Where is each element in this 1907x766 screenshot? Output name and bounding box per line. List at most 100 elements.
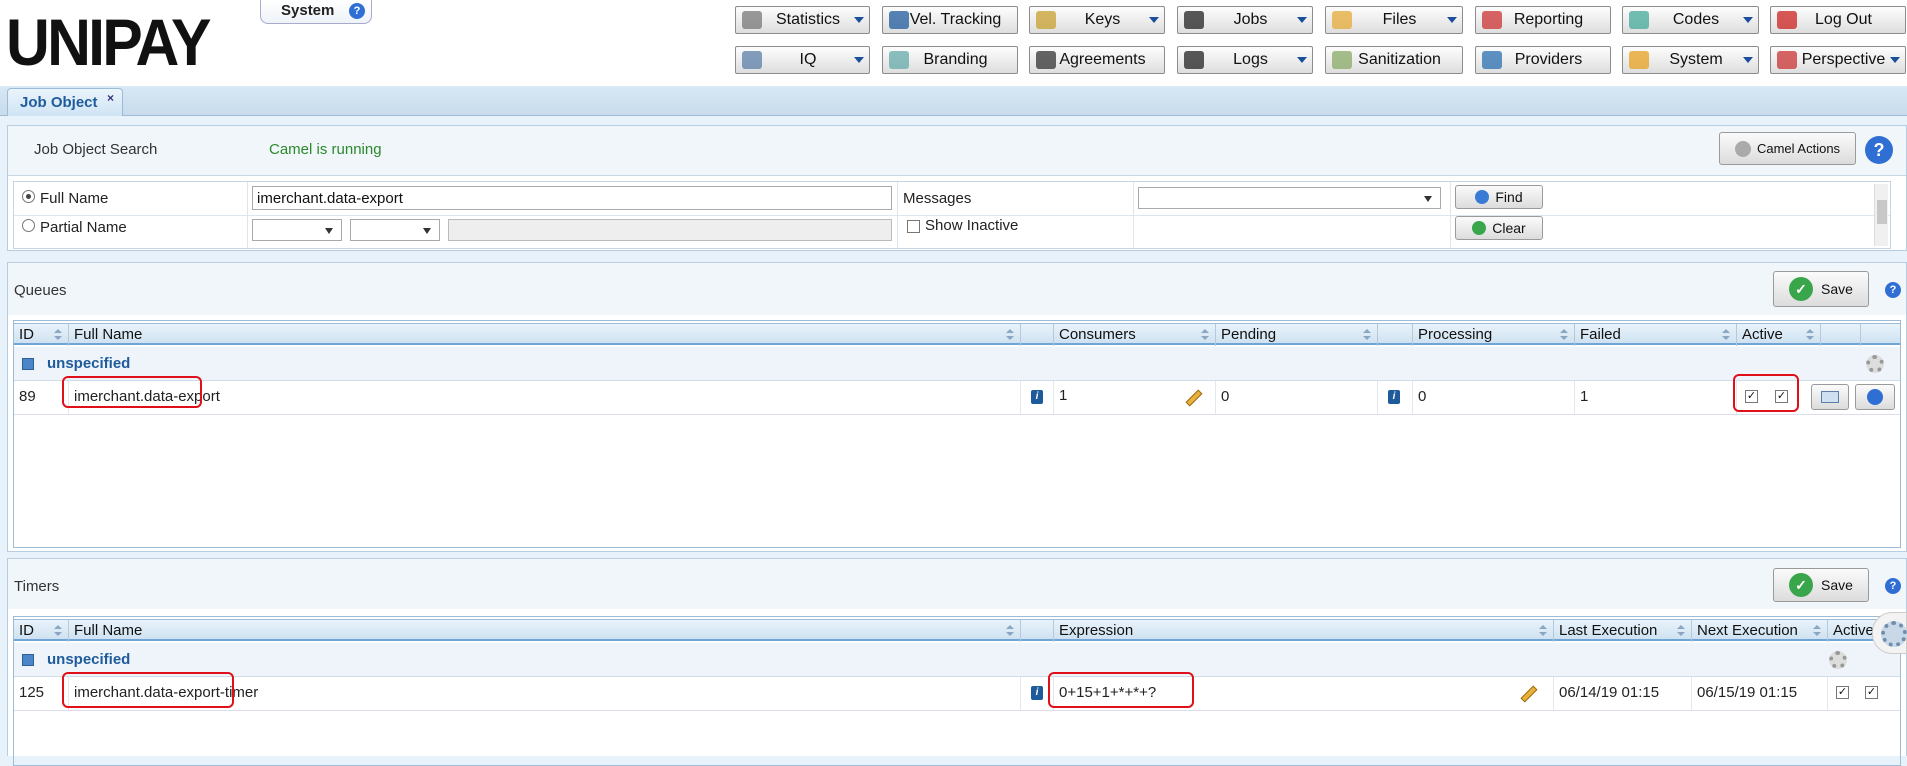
chevron-down-icon[interactable] <box>1890 57 1900 63</box>
partial-name-radio[interactable] <box>22 219 35 232</box>
col-next-execution[interactable]: Next Execution <box>1692 620 1828 642</box>
gear-icon[interactable] <box>1866 355 1884 373</box>
group-row[interactable]: unspecified <box>14 347 1900 381</box>
menu-codes-button[interactable]: Codes <box>1622 6 1759 34</box>
find-button[interactable]: Find <box>1455 185 1543 209</box>
messages-select[interactable] <box>1138 187 1441 209</box>
menu-iq-button[interactable]: IQ <box>735 46 870 74</box>
col-id[interactable]: ID <box>14 324 69 346</box>
menu-logs-button[interactable]: Logs <box>1177 46 1313 74</box>
menu-jobs-button[interactable]: Jobs <box>1177 6 1313 34</box>
system-context-tab[interactable]: System ? <box>260 0 372 24</box>
info-icon[interactable]: i <box>1031 686 1043 700</box>
gear-icon[interactable] <box>1829 651 1847 669</box>
col-id[interactable]: ID <box>14 620 69 642</box>
menu-providers-button[interactable]: Providers <box>1475 46 1611 74</box>
chevron-down-icon[interactable] <box>1297 57 1307 63</box>
clear-button[interactable]: Clear <box>1455 216 1543 240</box>
view-button[interactable] <box>1811 384 1849 410</box>
show-inactive-label: Show Inactive <box>925 217 1019 234</box>
scrollbar-thumb[interactable] <box>1877 200 1887 224</box>
form-scrollbar[interactable] <box>1874 184 1888 246</box>
help-icon[interactable]: ? <box>1865 136 1893 164</box>
active-checkbox[interactable]: ✓ <box>1865 686 1878 699</box>
cell-id: 125 <box>14 677 69 710</box>
col-consumers[interactable]: Consumers <box>1054 324 1216 346</box>
timers-save-label: Save <box>1821 577 1853 593</box>
col-expression[interactable]: Expression <box>1054 620 1554 642</box>
find-label: Find <box>1495 189 1523 205</box>
col-active[interactable]: Active <box>1737 324 1821 346</box>
col-full-name-label: Full Name <box>74 622 143 639</box>
table-row[interactable]: 125 imerchant.data-export-timer i 0+15+1… <box>14 677 1900 711</box>
menu-branding-button[interactable]: Branding <box>882 46 1018 74</box>
floating-settings[interactable] <box>1872 612 1907 654</box>
timers-title: Timers <box>14 578 60 595</box>
system-context-label: System <box>281 2 335 19</box>
menu-label: Perspective <box>1801 51 1886 68</box>
sort-icon <box>1806 329 1814 340</box>
chevron-down-icon[interactable] <box>1743 57 1753 63</box>
partial-name-select-1[interactable] <box>252 219 342 241</box>
chevron-down-icon[interactable] <box>1447 17 1457 23</box>
collapse-icon[interactable] <box>22 358 34 370</box>
queues-table: ID Full Name Consumers Pending Processin… <box>13 320 1901 548</box>
menu-reporting-button[interactable]: Reporting <box>1475 6 1611 34</box>
col-full-name[interactable]: Full Name <box>69 324 1021 346</box>
col-last-execution[interactable]: Last Execution <box>1554 620 1692 642</box>
tab-close-icon[interactable]: × <box>107 91 114 105</box>
menu-vel-tracking-button[interactable]: Vel. Tracking <box>882 6 1018 34</box>
col-id-label: ID <box>19 622 34 639</box>
clock-icon <box>889 11 909 29</box>
help-icon[interactable]: ? <box>349 3 365 19</box>
info-icon[interactable]: i <box>1388 390 1400 404</box>
full-name-radio[interactable] <box>22 190 35 203</box>
col-full-name[interactable]: Full Name <box>69 620 1021 642</box>
menu-files-button[interactable]: Files <box>1325 6 1463 34</box>
help-icon[interactable]: ? <box>1885 578 1901 594</box>
active-checkbox[interactable]: ✓ <box>1836 686 1849 699</box>
queues-save-button[interactable]: ✓ Save <box>1773 271 1869 307</box>
menu-system-button[interactable]: System <box>1622 46 1759 74</box>
col-consumers-label: Consumers <box>1059 326 1136 343</box>
tab-bar <box>0 86 1907 116</box>
partial-name-select-2[interactable] <box>350 219 440 241</box>
queues-title: Queues <box>14 282 67 299</box>
menu-log-out-button[interactable]: Log Out <box>1770 6 1906 34</box>
partial-name-input[interactable] <box>448 219 892 241</box>
col-failed[interactable]: Failed <box>1575 324 1737 346</box>
group-row[interactable]: unspecified <box>14 643 1900 677</box>
chevron-down-icon[interactable] <box>854 17 864 23</box>
col-processing[interactable]: Processing <box>1413 324 1575 346</box>
queues-header <box>8 263 1906 315</box>
tab-job-object[interactable]: Job Object × <box>7 88 123 116</box>
table-row[interactable]: 89 imerchant.data-export i 1 0 i 0 1 ✓ ✓ <box>14 381 1900 415</box>
inspect-button[interactable] <box>1855 384 1895 410</box>
highlight-box <box>62 672 234 708</box>
menu-keys-button[interactable]: Keys <box>1029 6 1165 34</box>
chevron-down-icon[interactable] <box>1297 17 1307 23</box>
full-name-input[interactable] <box>252 186 892 210</box>
cell-failed: 1 <box>1575 381 1737 414</box>
info-icon[interactable]: i <box>1031 390 1043 404</box>
menu-perspective-button[interactable]: Perspective <box>1770 46 1906 74</box>
search-panel-title: Job Object Search <box>34 141 158 158</box>
chevron-down-icon[interactable] <box>1149 17 1159 23</box>
camel-actions-button[interactable]: Camel Actions <box>1719 132 1856 165</box>
help-icon[interactable]: ? <box>1885 282 1901 298</box>
show-inactive-checkbox[interactable] <box>907 220 920 233</box>
col-pending[interactable]: Pending <box>1216 324 1378 346</box>
logout-icon <box>1777 11 1797 29</box>
chevron-down-icon[interactable] <box>854 57 864 63</box>
camel-actions-label: Camel Actions <box>1756 141 1841 156</box>
queues-panel: Queues ✓ Save ? ID Full Name Consumers P… <box>7 262 1907 552</box>
menu-sanitization-button[interactable]: Sanitization <box>1325 46 1463 74</box>
agreements-icon <box>1036 51 1056 69</box>
menu-statistics-button[interactable]: Statistics <box>735 6 870 34</box>
sort-icon <box>1722 329 1730 340</box>
timers-save-button[interactable]: ✓ Save <box>1773 568 1869 602</box>
menu-label: Branding <box>923 51 988 68</box>
menu-agreements-button[interactable]: Agreements <box>1029 46 1165 74</box>
collapse-icon[interactable] <box>22 654 34 666</box>
chevron-down-icon[interactable] <box>1743 17 1753 23</box>
